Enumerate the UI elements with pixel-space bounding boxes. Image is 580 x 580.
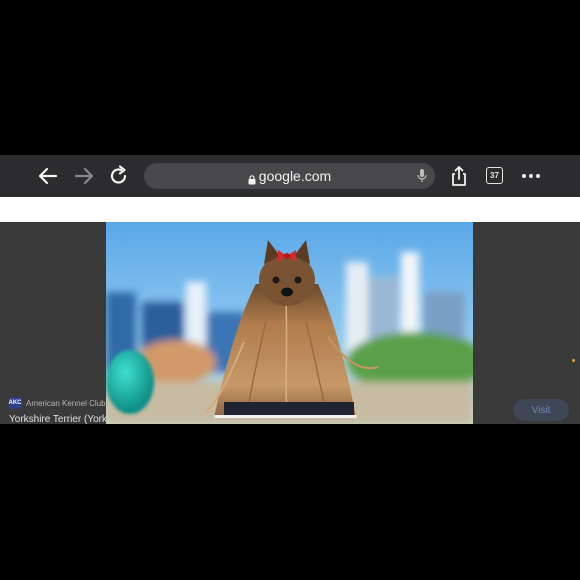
visit-button[interactable]: Visit <box>513 399 569 421</box>
source-name: American Kennel Club <box>26 398 106 408</box>
reload-button[interactable] <box>106 163 132 189</box>
browser-toolbar: google.com 37 <box>0 155 580 197</box>
address-bar[interactable]: google.com <box>144 163 435 189</box>
arrow-right-icon <box>74 167 94 185</box>
result-title[interactable]: Yorkshire Terrier (Yorkie <box>9 414 115 424</box>
dog-image <box>106 222 473 424</box>
yorkie-photo[interactable] <box>106 222 473 424</box>
tab-count-label: 37 <box>490 171 499 180</box>
tabs-button[interactable]: 37 <box>486 167 503 184</box>
page-header-strip <box>0 197 580 222</box>
share-button[interactable] <box>446 163 472 189</box>
share-icon <box>452 166 466 186</box>
microphone-icon[interactable] <box>417 168 427 187</box>
source-logo: AKC <box>9 397 22 409</box>
reload-icon <box>110 165 127 184</box>
more-dots-icon <box>522 174 540 178</box>
status-dot <box>572 359 575 362</box>
more-menu-button[interactable] <box>518 163 544 189</box>
result-source[interactable]: AKC American Kennel Club <box>9 397 106 409</box>
forward-button[interactable] <box>71 163 97 189</box>
back-button[interactable] <box>35 163 61 189</box>
image-scroll-indicator <box>214 415 357 418</box>
image-result-page: AKC American Kennel Club Yorkshire Terri… <box>0 222 580 424</box>
arrow-left-icon <box>38 167 58 185</box>
url-text: google.com <box>258 168 332 184</box>
lock-icon <box>248 172 256 184</box>
